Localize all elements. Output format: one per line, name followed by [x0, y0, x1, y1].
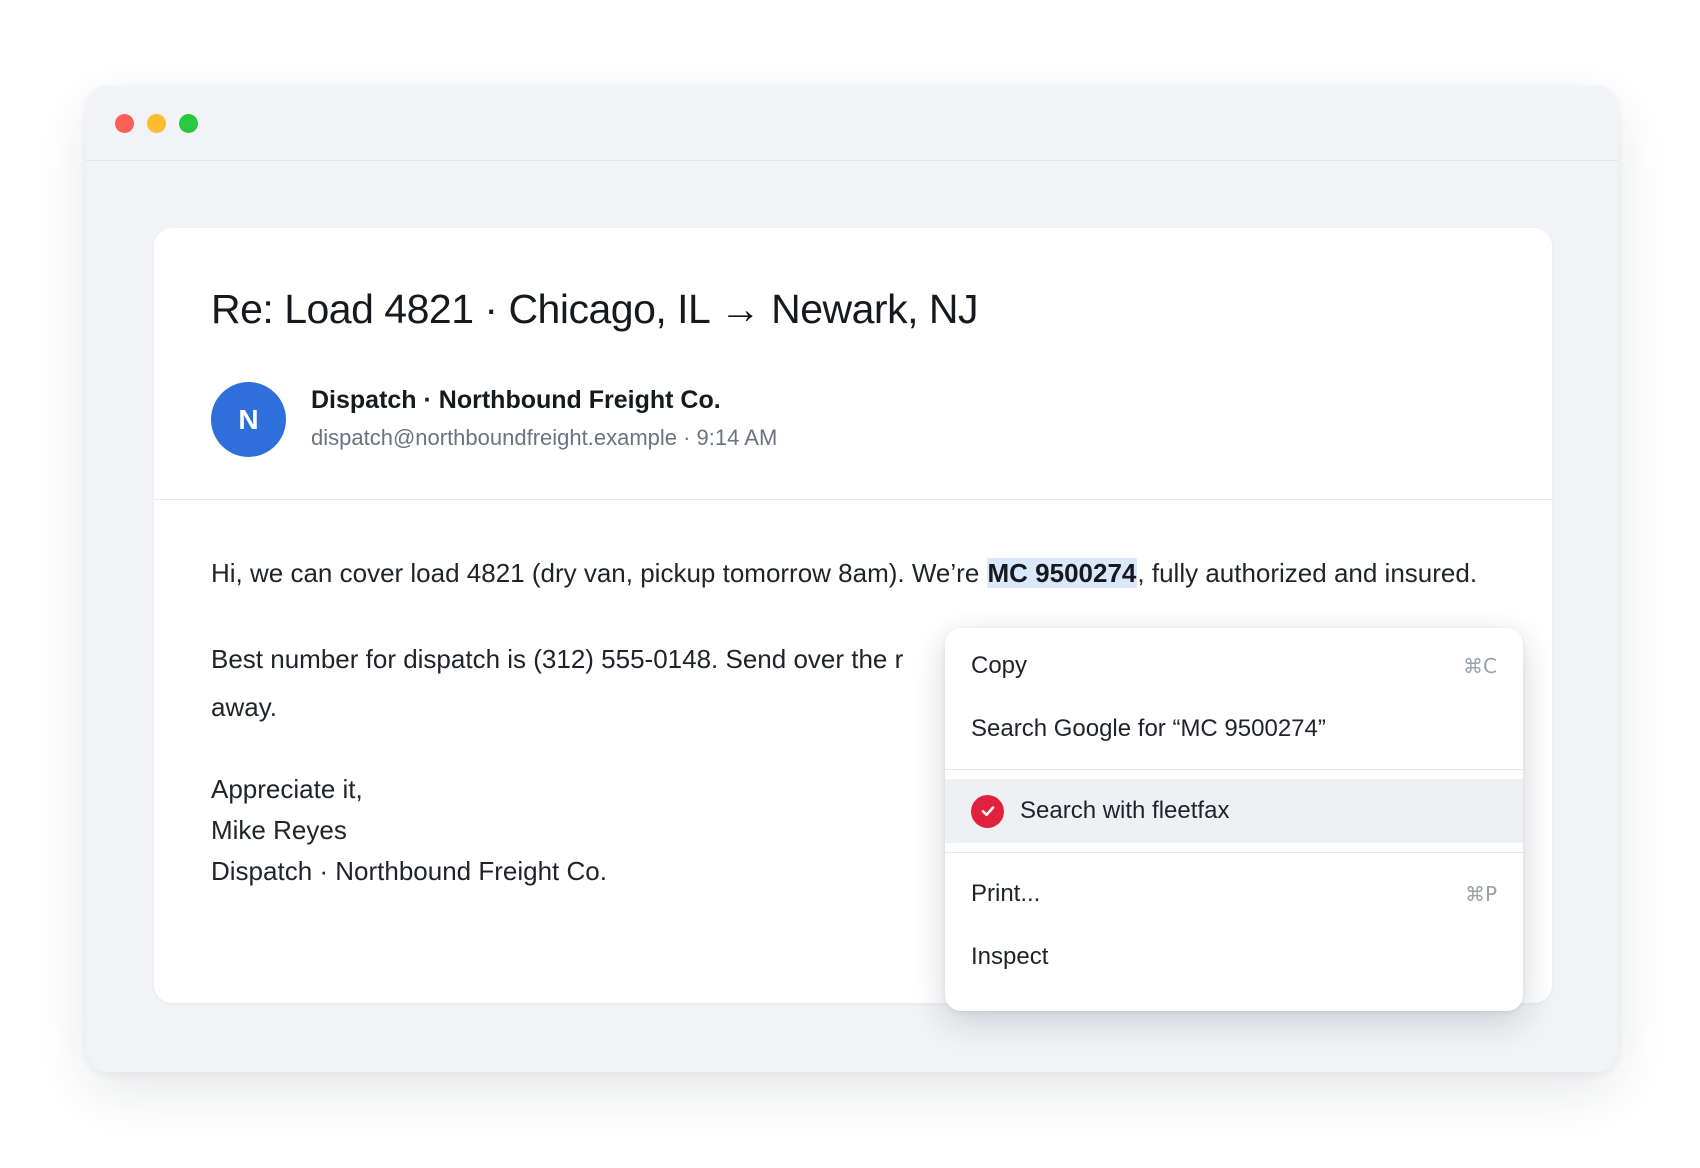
minimize-window-button[interactable]: [147, 114, 166, 133]
menu-item-copy[interactable]: Copy ⌘C: [945, 634, 1523, 697]
menu-item-search-google[interactable]: Search Google for “MC 9500274”: [945, 697, 1523, 760]
menu-item-label: Inspect: [971, 942, 1049, 970]
context-menu: Copy ⌘C Search Google for “MC 9500274” S…: [945, 628, 1523, 1011]
body-text: Hi, we can cover load 4821 (dry van, pic…: [211, 558, 987, 588]
fleetfax-check-icon: [971, 794, 1004, 828]
menu-item-search-fleetfax[interactable]: Search with fleetfax: [945, 779, 1523, 843]
body-text: Best number for dispatch is (312) 555-01…: [211, 644, 904, 674]
menu-item-label: Copy: [971, 651, 1028, 679]
body-text: away.: [211, 692, 277, 722]
avatar: N: [211, 382, 286, 457]
shortcut-hint: ⌘C: [1463, 653, 1497, 678]
close-window-button[interactable]: [115, 114, 134, 133]
email-header: Re: Load 4821 · Chicago, IL → Newark, NJ…: [154, 228, 1552, 500]
sender-meta: dispatch@northboundfreight.example · 9:1…: [311, 425, 778, 450]
email-subject: Re: Load 4821 · Chicago, IL → Newark, NJ: [211, 286, 978, 332]
sender-name: Dispatch · Northbound Freight Co.: [311, 386, 721, 414]
menu-item-label: Print...: [971, 879, 1041, 907]
body-text: , fully authorized and insured.: [1137, 558, 1478, 588]
menu-item-label: Search Google for “MC 9500274”: [971, 714, 1326, 742]
body-paragraph-1: Hi, we can cover load 4821 (dry van, pic…: [211, 549, 1511, 597]
selected-text-highlight[interactable]: MC 9500274: [986, 558, 1138, 588]
menu-divider: [945, 769, 1523, 770]
title-bar: [86, 86, 1618, 161]
menu-item-inspect[interactable]: Inspect: [945, 925, 1523, 988]
menu-item-print[interactable]: Print... ⌘P: [945, 862, 1523, 925]
zoom-window-button[interactable]: [179, 114, 198, 133]
menu-divider: [945, 852, 1523, 853]
shortcut-hint: ⌘P: [1464, 881, 1497, 906]
menu-item-label: Search with fleetfax: [1020, 797, 1230, 824]
